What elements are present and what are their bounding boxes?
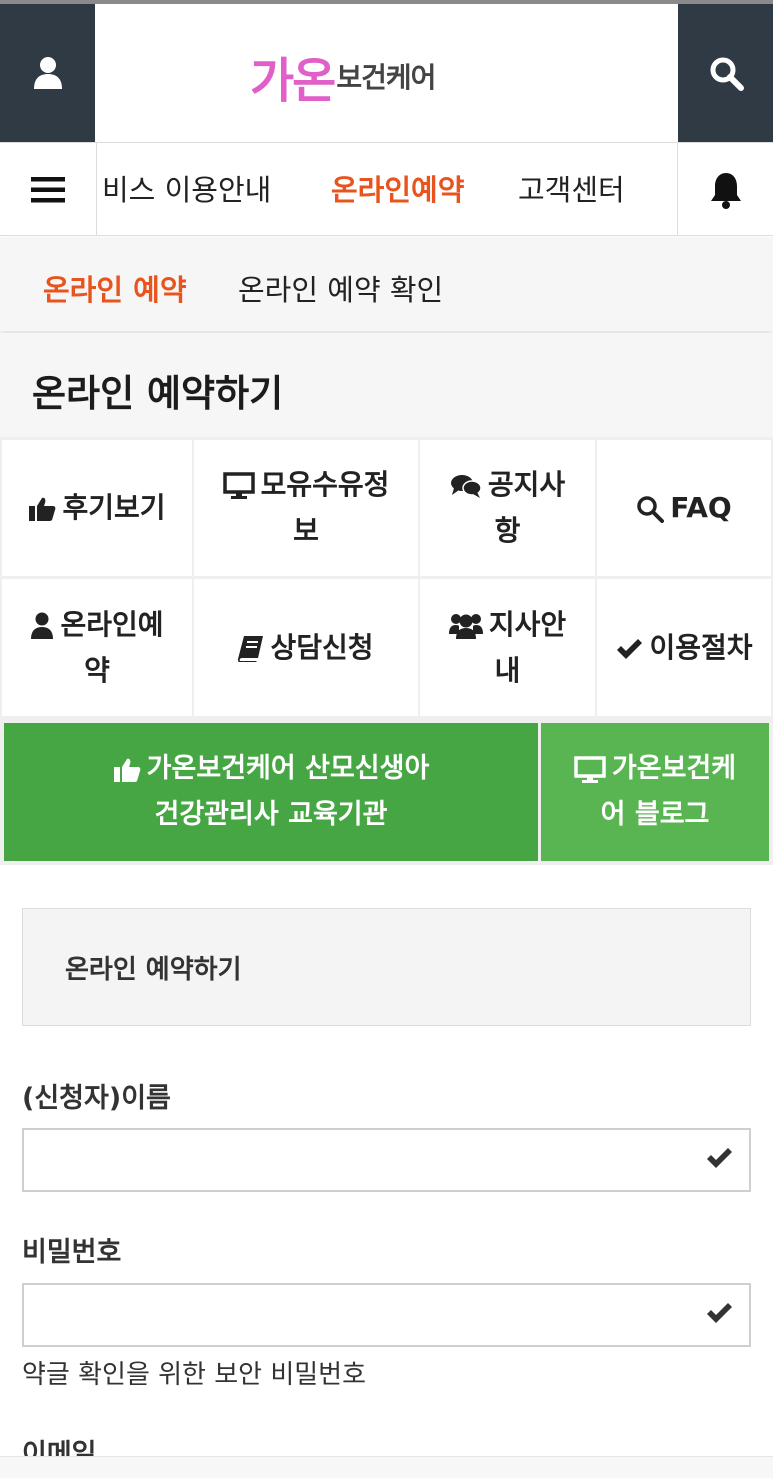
comments-icon xyxy=(450,475,482,498)
users-icon xyxy=(448,613,483,639)
gnb-item-service-guide[interactable]: 비스 이용안내 xyxy=(102,167,271,209)
education-institute-banner[interactable]: 가온보건케어 산모신생아 건강관리사 교육기관 xyxy=(4,723,538,861)
quick-menu-breastfeeding-info[interactable]: 모유수유정보 xyxy=(194,440,418,576)
check-icon xyxy=(617,638,643,659)
gnb-item-online-reservation[interactable]: 온라인예약 xyxy=(331,167,464,209)
quick-menu-label: 이용절차 xyxy=(649,630,753,664)
quick-menu-consultation[interactable]: 상담신청 xyxy=(194,579,418,716)
user-icon xyxy=(33,57,62,89)
password-label: 비밀번호 xyxy=(22,1237,122,1268)
subnav-item-reservation-check[interactable]: 온라인 예약 확인 xyxy=(238,267,443,309)
thumbs-up-icon xyxy=(113,758,141,782)
quick-menu-label: FAQ xyxy=(670,491,732,524)
quick-menu-label: 모유수유정보 xyxy=(260,468,390,547)
search-icon xyxy=(710,57,744,91)
subnav-item-online-reservation[interactable]: 온라인 예약 xyxy=(43,267,187,309)
banner-line: 건강관리사 교육기관 xyxy=(154,799,388,830)
search-icon xyxy=(637,496,665,523)
menu-button[interactable] xyxy=(0,143,97,236)
quick-menu-procedure[interactable]: 이용절차 xyxy=(597,579,771,716)
quick-menu-faq[interactable]: FAQ xyxy=(597,440,771,576)
site-header: 가온 보건케어 xyxy=(0,4,773,142)
quick-menu-branches[interactable]: 지사안내 xyxy=(420,579,595,716)
check-icon xyxy=(707,1303,732,1323)
name-label: (신청자)이름 xyxy=(22,1083,171,1114)
name-field xyxy=(22,1128,751,1192)
banner-line: 가온보건케 xyxy=(611,753,737,784)
gnb-items: 비스 이용안내 온라인예약 고객센터 xyxy=(96,143,677,236)
quick-menu-label: 공지사항 xyxy=(487,468,566,547)
password-input[interactable] xyxy=(24,1285,712,1345)
check-icon xyxy=(707,1148,732,1168)
thumbs-up-icon xyxy=(29,497,56,521)
sub-navigation: 온라인 예약 온라인 예약 확인 xyxy=(0,237,773,331)
logo-text: 보건케어 xyxy=(336,61,436,94)
hamburger-icon xyxy=(31,176,65,202)
quick-menu-label: 온라인예약 xyxy=(60,607,164,687)
page-title-bar: 온라인 예약하기 xyxy=(0,333,773,437)
book-icon xyxy=(238,635,264,662)
blog-banner[interactable]: 가온보건케 어 블로그 xyxy=(541,723,769,861)
bell-icon xyxy=(711,172,741,209)
banner-row: 가온보건케어 산모신생아 건강관리사 교육기관 가온보건케 어 블로그 xyxy=(0,719,773,865)
user-button[interactable] xyxy=(0,4,95,142)
quick-menu-online-reservation[interactable]: 온라인예약 xyxy=(2,579,192,716)
form-header: 온라인 예약하기 xyxy=(22,908,751,1026)
banner-line: 어 블로그 xyxy=(600,799,710,830)
quick-menu-label: 지사안내 xyxy=(488,607,567,687)
password-field xyxy=(22,1283,751,1347)
quick-menu-label: 상담신청 xyxy=(270,630,374,664)
browser-bottom-bar xyxy=(0,1456,773,1478)
form-header-title: 온라인 예약하기 xyxy=(65,955,242,985)
monitor-icon xyxy=(574,755,606,783)
password-help-text: 약글 확인을 위한 보안 비밀번호 xyxy=(22,1360,367,1390)
search-button[interactable] xyxy=(678,4,773,142)
quick-menu-reviews[interactable]: 후기보기 xyxy=(2,440,192,576)
name-input[interactable] xyxy=(24,1130,712,1190)
main-navigation: 비스 이용안내 온라인예약 고객센터 xyxy=(0,142,773,236)
quick-menu-notices[interactable]: 공지사항 xyxy=(420,440,595,576)
monitor-icon xyxy=(222,472,255,499)
user-icon xyxy=(31,612,54,639)
gnb-item-customer-center[interactable]: 고객센터 xyxy=(518,167,625,209)
quick-menu-label: 후기보기 xyxy=(62,491,166,524)
quick-menu-grid: 후기보기 모유수유정보 공지사항 FAQ 온라인예약 상담신청 지사안내 이용절… xyxy=(0,437,773,719)
page-title: 온라인 예약하기 xyxy=(32,372,284,415)
banner-line: 가온보건케어 산모신생아 xyxy=(146,753,430,784)
site-logo[interactable]: 가온 보건케어 xyxy=(250,40,530,112)
logo-mark: 가온 xyxy=(250,53,336,109)
notification-button[interactable] xyxy=(677,143,773,236)
